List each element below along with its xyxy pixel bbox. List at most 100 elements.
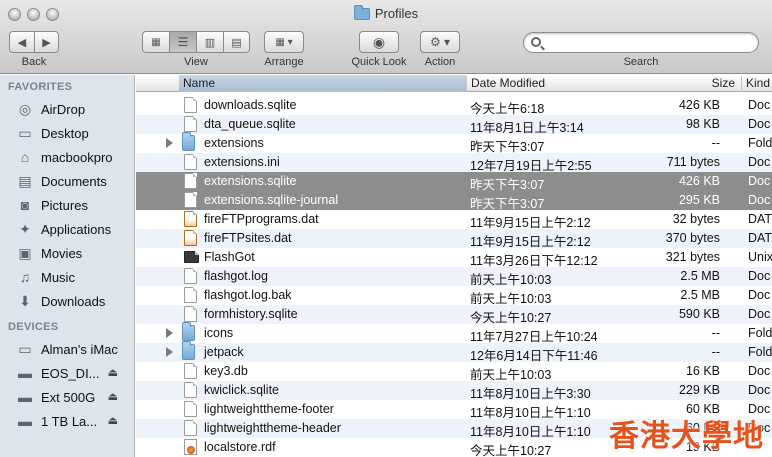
file-row[interactable]: fireFTPsites.dat 11年9月15日上午2:12 370 bytes D… (136, 229, 772, 249)
file-size: 370 bytes (665, 231, 720, 245)
kind-column-header[interactable]: Kind (741, 76, 772, 92)
sidebar-item-1-tb-la[interactable]: ▬ 1 TB La... ⏏ (0, 409, 134, 433)
search-input[interactable] (546, 35, 746, 50)
sidebar-item-music[interactable]: ♫ Music (0, 265, 134, 289)
list-view-icon: ☰ (177, 35, 189, 49)
document-icon (184, 97, 197, 113)
file-size: 321 bytes (665, 250, 720, 264)
file-size: 98 KB (685, 117, 720, 131)
file-row[interactable]: downloads.sqlite 今天上午6:18 426 KB Doc (136, 96, 772, 116)
file-size: -- (711, 345, 720, 359)
executable-icon (184, 251, 199, 263)
file-row[interactable]: dta_queue.sqlite 11年8月1日上午3:14 98 KB Doc (136, 115, 772, 135)
movies-icon: ▣ (18, 244, 32, 261)
sidebar-item-applications[interactable]: ✦ Applications (0, 217, 134, 241)
file-kind: Doc (748, 269, 771, 283)
file-row[interactable]: fireFTPprograms.dat 11年9月15日上午2:12 32 byte… (136, 210, 772, 230)
disk-icon: ▬ (18, 389, 32, 405)
back-arrow-icon: ◀ (17, 36, 27, 49)
arrange-button[interactable]: ▦ ▾ (264, 31, 304, 53)
date-column-header[interactable]: Date Modified (466, 76, 646, 92)
quicklook-control: ◉ (359, 31, 399, 53)
sidebar-item-label: Desktop (41, 125, 89, 141)
sidebar-item-downloads[interactable]: ⬇ Downloads (0, 289, 134, 313)
sidebar-item-desktop[interactable]: ▭ Desktop (0, 121, 134, 145)
sidebar-item-eos-di[interactable]: ▬ EOS_DI... ⏏ (0, 361, 134, 385)
file-kind: Doc (748, 364, 771, 378)
arrange-grid-icon: ▦ ▾ (275, 36, 293, 48)
file-rows: downloads.sqlite 今天上午6:18 426 KB Doc dta_que… (136, 96, 772, 457)
column-view-button[interactable]: ▥ (196, 31, 223, 53)
folder-icon (182, 322, 195, 341)
column-view-icon: ▥ (204, 36, 216, 49)
window-toolbar: Profiles ◀ ▶ Back ▦ ☰ ▥ ▤ View ▦ ▾ Arran… (0, 0, 772, 74)
music-icon: ♫ (19, 269, 31, 285)
file-kind: Doc (748, 288, 771, 302)
file-kind: Doc (748, 174, 771, 188)
home-icon: ⌂ (20, 149, 30, 165)
eject-icon[interactable]: ⏏ (108, 390, 118, 403)
sidebar-item-macbookpro[interactable]: ⌂ macbookpro (0, 145, 134, 169)
action-control: ⚙ ▾ (420, 31, 460, 53)
file-row[interactable]: flashgot.log.bak 前天上午10:03 2.5 MB Doc (136, 286, 772, 306)
file-size: 426 KB (678, 98, 720, 112)
file-size: 426 KB (678, 174, 720, 188)
file-row[interactable]: extensions.ini 12年7月19日上午2:55 711 bytes Doc (136, 153, 772, 173)
eject-icon[interactable]: ⏏ (108, 366, 118, 379)
file-row[interactable]: kwiclick.sqlite 11年8月10日上午3:30 229 KB Doc (136, 381, 772, 401)
back-button[interactable]: ◀ (9, 31, 34, 53)
sidebar-item-airdrop[interactable]: ◎ AirDrop (0, 97, 134, 121)
file-kind: Doc (748, 98, 771, 112)
name-column-header[interactable]: Name (179, 75, 466, 92)
file-row[interactable]: extensions.sqlite-journal 昨天下午3:07 295 KB D… (136, 191, 772, 211)
icon-view-button[interactable]: ▦ (142, 31, 169, 53)
sidebar-item-alman-s-imac[interactable]: ▭ Alman's iMac (0, 337, 134, 361)
sidebar-item-label: EOS_DI... (41, 365, 100, 381)
search-icon (531, 37, 541, 47)
disk-icon: ▬ (18, 365, 32, 381)
title-bar: Profiles (0, 4, 772, 21)
favorites-header: FAVORITES (8, 81, 73, 93)
sidebar-item-ext-500g[interactable]: ▬ Ext 500G ⏏ (0, 385, 134, 409)
file-kind: Doc (748, 155, 771, 169)
list-view-button[interactable]: ☰ (169, 31, 196, 53)
file-name: extensions.ini (204, 155, 280, 169)
file-size: 229 KB (678, 383, 720, 397)
action-button[interactable]: ⚙ ▾ (420, 31, 460, 53)
file-row[interactable]: flashgot.log 前天上午10:03 2.5 MB Doc (136, 267, 772, 287)
document-icon (184, 287, 197, 303)
disclosure-triangle-icon[interactable] (166, 138, 173, 148)
view-label: View (184, 56, 208, 68)
arrange-control: ▦ ▾ (264, 31, 304, 53)
watermark-text: 香港大學地 (609, 419, 764, 454)
disclosure-triangle-icon[interactable] (166, 347, 173, 357)
search-field[interactable] (523, 32, 759, 53)
applications-icon: ✦ (19, 220, 31, 237)
eject-icon[interactable]: ⏏ (108, 414, 118, 427)
file-row[interactable]: formhistory.sqlite 今天上午10:27 590 KB Doc (136, 305, 772, 325)
file-row[interactable]: FlashGot 11年3月26日下午12:12 321 bytes Unix (136, 248, 772, 268)
file-row[interactable]: icons 11年7月27日上午10:24 -- Fold (136, 322, 772, 344)
size-column-header[interactable]: Size (646, 76, 741, 92)
action-label: Action (424, 56, 456, 68)
coverflow-view-button[interactable]: ▤ (223, 31, 250, 53)
sidebar-item-label: Pictures (41, 197, 88, 213)
file-row[interactable]: extensions.sqlite 昨天下午3:07 426 KB Doc (136, 172, 772, 192)
disclosure-triangle-icon[interactable] (166, 328, 173, 338)
file-kind: Fold (748, 136, 772, 150)
sidebar-item-pictures[interactable]: ◙ Pictures (0, 193, 134, 217)
file-name: fireFTPsites.dat (204, 231, 292, 245)
forward-arrow-icon: ▶ (42, 36, 51, 49)
sidebar-item-label: Music (41, 269, 75, 285)
file-row[interactable]: jetpack 12年6月14日下午11:46 -- Fold (136, 341, 772, 363)
sidebar-item-documents[interactable]: ▤ Documents (0, 169, 134, 193)
file-name: kwiclick.sqlite (204, 383, 280, 397)
file-name: jetpack (204, 345, 244, 359)
quicklook-button[interactable]: ◉ (359, 31, 399, 53)
file-row[interactable]: extensions 昨天下午3:07 -- Fold (136, 132, 772, 154)
file-row[interactable]: key3.db 前天上午10:03 16 KB Doc (136, 362, 772, 382)
file-name: key3.db (204, 364, 248, 378)
sidebar-item-movies[interactable]: ▣ Movies (0, 241, 134, 265)
file-name: icons (204, 326, 234, 340)
forward-button[interactable]: ▶ (34, 31, 59, 53)
